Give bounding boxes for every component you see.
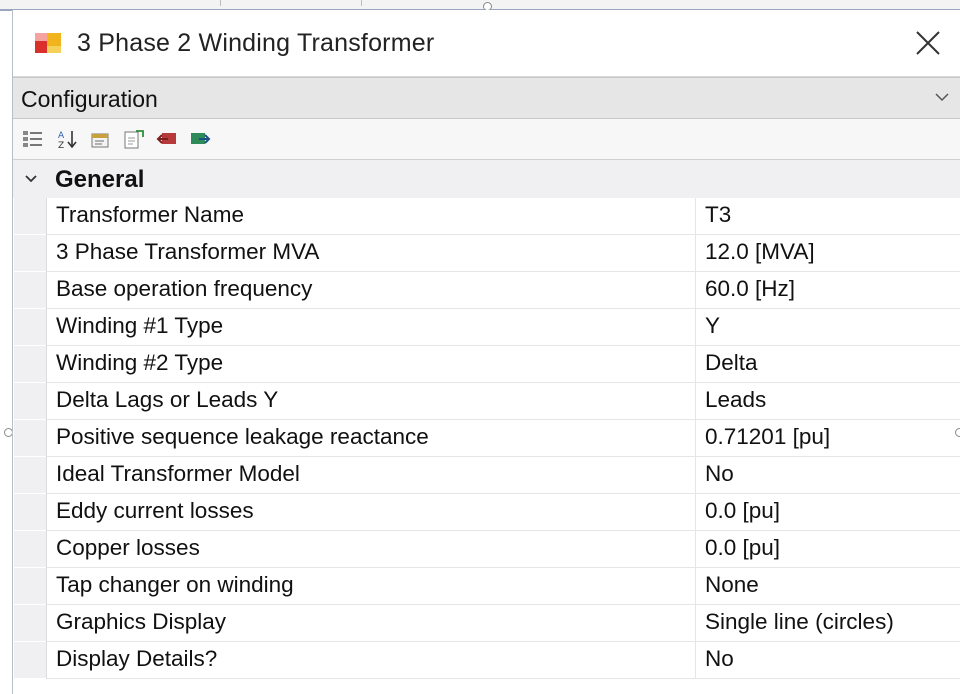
property-row-eddy-losses[interactable]: Eddy current losses 0.0 [pu] [14,494,960,531]
property-row-winding1-type[interactable]: Winding #1 Type Y [14,309,960,346]
property-value[interactable]: 0.0 [pu] [705,535,960,561]
properties-dialog: 3 Phase 2 Winding Transformer Configurat… [12,10,960,694]
property-row-frequency[interactable]: Base operation frequency 60.0 [Hz] [14,272,960,309]
row-gutter [14,309,46,345]
column-divider [695,568,696,604]
property-value[interactable]: None [705,572,960,598]
column-divider [695,605,696,641]
property-value[interactable]: Single line (circles) [705,609,960,635]
chevron-down-icon [935,93,949,102]
row-gutter [14,198,46,234]
property-row-copper-losses[interactable]: Copper losses 0.0 [pu] [14,531,960,568]
svg-text:Z: Z [58,141,64,149]
column-divider [695,272,696,308]
property-pages-icon[interactable] [90,129,112,149]
svg-text:A: A [58,131,65,141]
property-toolbar: A Z [13,119,960,160]
property-value[interactable]: 60.0 [Hz] [705,276,960,302]
property-row-leakage-reactance[interactable]: Positive sequence leakage reactance 0.712… [14,420,960,457]
group-header-general[interactable]: General [13,160,960,198]
row-gutter [14,346,46,382]
row-gutter [14,420,46,456]
property-name: Winding #2 Type [56,350,224,375]
row-gutter [14,235,46,271]
category-selected: Configuration [21,86,158,112]
property-row-ideal-model[interactable]: Ideal Transformer Model No [14,457,960,494]
property-name: Graphics Display [56,609,227,634]
column-divider [695,420,696,456]
row-gutter [14,531,46,567]
property-name: 3 Phase Transformer MVA [56,239,320,264]
column-divider [695,457,696,493]
row-gutter [14,272,46,308]
property-name: Winding #1 Type [56,313,224,338]
alphabetical-sort-icon[interactable]: A Z [57,129,79,149]
canvas-marks [220,0,362,6]
import-icon[interactable] [156,129,178,149]
component-icon [35,33,61,53]
column-divider [695,494,696,530]
property-row-tap-changer[interactable]: Tap changer on winding None [14,568,960,605]
property-row-winding2-type[interactable]: Winding #2 Type Delta [14,346,960,383]
row-gutter [14,494,46,530]
row-gutter [14,642,46,678]
category-dropdown[interactable]: Configuration [13,77,960,119]
group-name: General [55,166,145,193]
property-name: Ideal Transformer Model [56,461,300,486]
property-value[interactable]: 0.71201 [pu] [705,424,960,450]
property-value[interactable]: No [705,646,960,672]
property-name: Positive sequence leakage reactance [56,424,429,449]
row-gutter [14,383,46,419]
property-row-mva[interactable]: 3 Phase Transformer MVA 12.0 [MVA] [14,235,960,272]
apply-icon[interactable] [189,129,211,149]
column-divider [695,235,696,271]
property-row-transformer-name[interactable]: Transformer Name T3 [14,198,960,235]
chevron-down-icon[interactable] [23,172,39,186]
property-rows: Transformer Name T3 3 Phase Transformer M… [14,198,960,679]
column-divider [695,383,696,419]
property-name: Eddy current losses [56,498,254,523]
property-value[interactable]: No [705,461,960,487]
property-name: Base operation frequency [56,276,313,301]
close-icon[interactable] [911,26,945,60]
property-name: Transformer Name [56,202,244,227]
property-value[interactable]: 0.0 [pu] [705,498,960,524]
property-value[interactable]: Y [705,313,960,339]
window-title: 3 Phase 2 Winding Transformer [77,29,435,57]
selection-handle-right[interactable] [955,428,960,437]
column-divider [695,198,696,234]
column-divider [695,309,696,345]
row-gutter [14,568,46,604]
property-row-graphics-display[interactable]: Graphics Display Single line (circles) [14,605,960,642]
categorized-view-icon[interactable] [22,129,44,149]
property-name: Display Details? [56,646,218,671]
row-gutter [14,605,46,641]
row-gutter [14,457,46,493]
column-divider [695,346,696,382]
property-value[interactable]: Delta [705,350,960,376]
property-row-delta-lags-leads[interactable]: Delta Lags or Leads Y Leads [14,383,960,420]
property-name: Tap changer on winding [56,572,294,597]
property-name: Copper losses [56,535,200,560]
property-value[interactable]: 12.0 [MVA] [705,239,960,265]
column-divider [695,531,696,567]
property-grid: General Transformer Name T3 3 Phase Trans… [13,160,960,679]
property-row-display-details[interactable]: Display Details? No [14,642,960,679]
property-value[interactable]: T3 [705,202,960,228]
export-icon[interactable] [123,129,145,149]
property-name: Delta Lags or Leads Y [56,387,279,412]
column-divider [695,642,696,678]
title-bar: 3 Phase 2 Winding Transformer [13,10,960,77]
property-value[interactable]: Leads [705,387,960,413]
